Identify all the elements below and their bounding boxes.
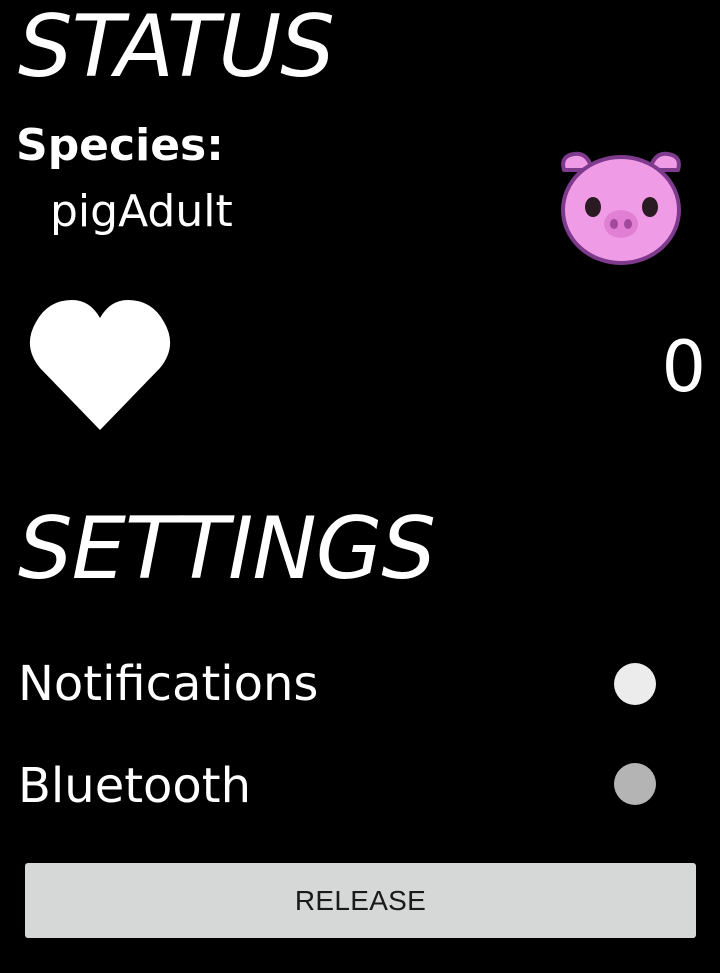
release-button[interactable]: RELEASE — [25, 863, 696, 938]
pig-face-icon — [556, 150, 686, 268]
species-label: Species: — [16, 120, 224, 171]
heart-icon — [28, 298, 172, 432]
love-count: 0 — [661, 326, 706, 408]
species-value: pigAdult — [50, 186, 233, 237]
notifications-toggle[interactable] — [614, 663, 656, 705]
settings-heading: SETTINGS — [18, 499, 436, 599]
notifications-label: Notifications — [18, 656, 319, 712]
status-heading: STATUS — [18, 0, 335, 97]
bluetooth-label: Bluetooth — [18, 758, 252, 814]
bluetooth-toggle[interactable] — [614, 763, 656, 805]
